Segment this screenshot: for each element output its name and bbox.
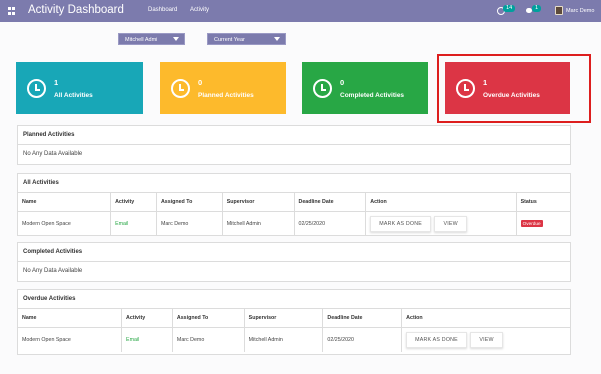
- deadline-date: 02/25/2020: [294, 211, 367, 236]
- clock-icon: [313, 79, 332, 98]
- period-filter-value: Current Year: [214, 37, 245, 43]
- panel-title: All Activities: [18, 174, 570, 193]
- activity-type-link[interactable]: Email: [126, 337, 139, 343]
- overdue-activities-table: Name Activity Assigned To Supervisor Dea…: [18, 309, 570, 352]
- card-count: 0: [340, 78, 345, 87]
- assigned-to: Marc Demo: [172, 327, 245, 352]
- activity-type: Email: [110, 211, 157, 236]
- activity-name: Modern Open Space: [18, 327, 123, 352]
- column-header: Name: [18, 309, 123, 328]
- supervisor: Mitchell Admin: [222, 211, 295, 236]
- assigned-to: Marc Demo: [156, 211, 223, 236]
- nav-dashboard[interactable]: Dashboard: [148, 7, 177, 13]
- clock-icon: [171, 79, 190, 98]
- chevron-down-icon: [173, 37, 179, 41]
- avatar[interactable]: [555, 6, 563, 15]
- highlight-box: [437, 54, 591, 123]
- mark-as-done-button[interactable]: MARK AS DONE: [406, 331, 467, 348]
- activity-count-badge[interactable]: 14: [503, 5, 516, 12]
- activity-type-link[interactable]: Email: [115, 221, 128, 227]
- empty-message: No Any Data Available: [23, 268, 83, 274]
- activity-name: Modern Open Space: [18, 211, 112, 236]
- column-header: Name: [18, 193, 112, 212]
- card-count: 1: [54, 78, 59, 87]
- column-header: Supervisor: [222, 193, 295, 212]
- chevron-down-icon: [274, 37, 280, 41]
- apps-menu-icon[interactable]: [8, 7, 16, 15]
- card-label: Planned Activities: [198, 92, 254, 99]
- column-header: Activity: [110, 193, 157, 212]
- card-label: All Activities: [54, 92, 93, 99]
- card-all-activities[interactable]: 1 All Activities: [16, 62, 143, 114]
- table-header-row: Name Activity Assigned To Supervisor Dea…: [18, 193, 570, 212]
- action-cell: MARK AS DONE VIEW: [402, 327, 570, 352]
- all-activities-panel: All Activities Name Activity Assigned To…: [17, 173, 571, 236]
- overdue-activities-panel: Overdue Activities Name Activity Assigne…: [17, 289, 571, 355]
- card-completed-activities[interactable]: 0 Completed Activities: [302, 62, 428, 114]
- table-row: Modern Open Space Email Marc Demo Mitche…: [18, 211, 570, 236]
- clock-icon: [27, 79, 46, 98]
- app-title: Activity Dashboard: [28, 4, 124, 16]
- user-filter-select[interactable]: Mitchell Admi: [118, 33, 185, 45]
- status-cell: Overdue: [516, 211, 570, 236]
- view-button[interactable]: VIEW: [470, 331, 503, 348]
- column-header: Status: [516, 193, 570, 212]
- table-header-row: Name Activity Assigned To Supervisor Dea…: [18, 309, 570, 328]
- panel-title: Planned Activities: [18, 126, 570, 145]
- completed-activities-panel: Completed Activities No Any Data Availab…: [17, 242, 571, 282]
- planned-activities-panel: Planned Activities No Any Data Available: [17, 125, 571, 165]
- all-activities-table: Name Activity Assigned To Supervisor Dea…: [18, 193, 570, 236]
- column-header: Deadline Date: [322, 309, 403, 328]
- panel-title: Completed Activities: [18, 243, 570, 262]
- column-header: Action: [365, 193, 517, 212]
- card-planned-activities[interactable]: 0 Planned Activities: [160, 62, 286, 114]
- column-header: Assigned To: [156, 193, 223, 212]
- top-navbar: Activity Dashboard Dashboard Activity 14…: [0, 0, 601, 22]
- card-label: Completed Activities: [340, 92, 405, 99]
- action-cell: MARK AS DONE VIEW: [365, 211, 517, 236]
- period-filter-select[interactable]: Current Year: [207, 33, 286, 45]
- user-filter-value: Mitchell Admi: [125, 37, 158, 43]
- deadline-date: 02/25/2020: [322, 327, 403, 352]
- column-header: Action: [401, 309, 570, 328]
- message-count-badge[interactable]: 1: [532, 5, 542, 12]
- supervisor: Mitchell Admin: [244, 327, 324, 352]
- user-menu[interactable]: Marc Demo: [566, 8, 594, 14]
- table-row: Modern Open Space Email Marc Demo Mitche…: [18, 327, 570, 352]
- mark-as-done-button[interactable]: MARK AS DONE: [370, 215, 431, 232]
- nav-activity[interactable]: Activity: [190, 7, 209, 13]
- view-button[interactable]: VIEW: [434, 215, 467, 232]
- column-header: Deadline Date: [294, 193, 367, 212]
- status-badge: Overdue: [520, 220, 543, 228]
- empty-message: No Any Data Available: [23, 151, 83, 157]
- column-header: Supervisor: [244, 309, 324, 328]
- column-header: Assigned To: [172, 309, 245, 328]
- column-header: Activity: [121, 309, 173, 328]
- activity-type: Email: [121, 327, 173, 352]
- panel-title: Overdue Activities: [18, 290, 570, 309]
- card-count: 0: [198, 78, 203, 87]
